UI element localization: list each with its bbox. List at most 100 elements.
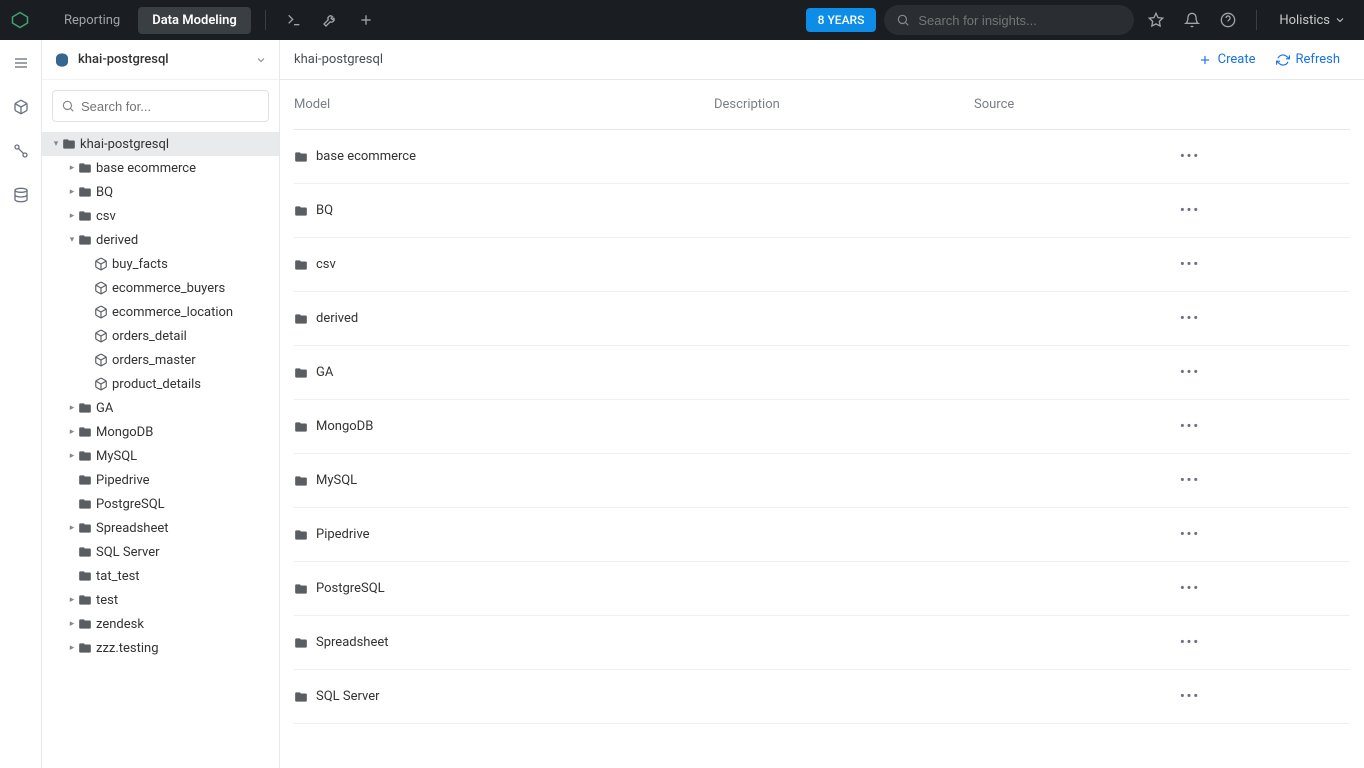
help-icon[interactable] [1214,6,1242,34]
breadcrumb: khai-postgresql [294,52,1188,67]
tree-folder[interactable]: Pipedrive [42,468,279,492]
tree-model[interactable]: orders_detail [42,324,279,348]
more-icon[interactable]: ••• [1180,581,1200,596]
rail-cube-icon[interactable] [10,96,32,118]
folder-icon [78,521,92,535]
tree-folder[interactable]: ▸zzz.testing [42,636,279,660]
tree-label: Spreadsheet [96,521,169,536]
column-model: Model [294,97,714,112]
more-icon[interactable]: ••• [1180,149,1200,164]
bell-icon[interactable] [1178,6,1206,34]
tree-folder[interactable]: ▸BQ [42,180,279,204]
tree-model[interactable]: product_details [42,372,279,396]
more-icon[interactable]: ••• [1180,311,1200,326]
tree-model[interactable]: ecommerce_location [42,300,279,324]
caret-right-icon: ▸ [66,427,78,437]
table-row[interactable]: derived ••• [294,292,1350,346]
folder-icon [62,137,76,151]
table-row[interactable]: GA ••• [294,346,1350,400]
more-icon[interactable]: ••• [1180,419,1200,434]
cube-icon [94,305,108,319]
more-icon[interactable]: ••• [1180,365,1200,380]
create-label: Create [1218,52,1256,67]
tree-label: PostgreSQL [96,497,165,512]
cube-icon [94,329,108,343]
sidebar-source-selector[interactable]: khai-postgresql [42,40,279,80]
rail-menu-icon[interactable] [10,52,32,74]
account-menu[interactable]: Holistics [1271,13,1354,28]
global-search[interactable] [884,5,1134,35]
nav-divider [1256,10,1257,30]
rail-database-icon[interactable] [10,184,32,206]
nav-tab-reporting[interactable]: Reporting [50,7,134,34]
row-name: GA [316,365,333,380]
caret-right-icon: ▸ [66,163,78,173]
more-icon[interactable]: ••• [1180,203,1200,218]
tree-label: orders_master [112,353,196,368]
folder-icon [294,150,308,164]
tree-folder[interactable]: ▸GA [42,396,279,420]
more-icon[interactable]: ••• [1180,635,1200,650]
row-name: Pipedrive [316,527,370,542]
tree-folder[interactable]: ▸base ecommerce [42,156,279,180]
caret-right-icon: ▸ [66,619,78,629]
star-icon[interactable] [1142,6,1170,34]
tree-label: ecommerce_location [112,305,233,320]
rail-relationship-icon[interactable] [10,140,32,162]
tree-folder[interactable]: ▸Spreadsheet [42,516,279,540]
tree-label: buy_facts [112,257,168,272]
top-navbar: Reporting Data Modeling 8 YEARS Holistic… [0,0,1364,40]
tree-folder[interactable]: ▾derived [42,228,279,252]
more-icon[interactable]: ••• [1180,689,1200,704]
tree-model[interactable]: ecommerce_buyers [42,276,279,300]
refresh-button[interactable]: Refresh [1266,48,1350,71]
tree-model[interactable]: buy_facts [42,252,279,276]
model-table: Model Description Source base ecommerce•… [280,80,1364,768]
row-name: BQ [316,203,333,218]
table-row[interactable]: csv••• [294,238,1350,292]
plus-icon[interactable] [352,6,380,34]
sidebar-search[interactable] [52,90,269,122]
cube-icon [94,257,108,271]
wrench-icon[interactable] [316,6,344,34]
postgresql-icon [54,52,70,68]
tree-folder[interactable]: ▸test [42,588,279,612]
folder-icon [78,425,92,439]
tree-folder[interactable]: SQL Server [42,540,279,564]
refresh-label: Refresh [1296,52,1340,67]
table-row[interactable]: BQ ••• [294,184,1350,238]
create-button[interactable]: Create [1188,48,1266,71]
more-icon[interactable]: ••• [1180,257,1200,272]
row-name: PostgreSQL [316,581,385,596]
global-search-input[interactable] [918,13,1122,28]
table-row[interactable]: MySQL ••• [294,454,1350,508]
tree-model[interactable]: orders_master [42,348,279,372]
tree-folder[interactable]: PostgreSQL [42,492,279,516]
more-icon[interactable]: ••• [1180,527,1200,542]
row-name: derived [316,311,358,326]
table-row[interactable]: SQL Server••• [294,670,1350,724]
tree-root[interactable]: ▾khai-postgresql [42,132,279,156]
nav-tab-data-modeling[interactable]: Data Modeling [138,7,251,34]
tree-folder[interactable]: ▸MongoDB [42,420,279,444]
column-source: Source [974,97,1350,112]
caret-down-icon: ▾ [66,235,78,245]
sidebar-search-input[interactable] [81,99,260,114]
more-icon[interactable]: ••• [1180,473,1200,488]
terminal-icon[interactable] [280,6,308,34]
tree-folder[interactable]: tat_test [42,564,279,588]
table-row[interactable]: Spreadsheet••• [294,616,1350,670]
table-row[interactable]: PostgreSQL ••• [294,562,1350,616]
tree-folder[interactable]: ▸zendesk [42,612,279,636]
tree-label: SQL Server [96,545,160,560]
table-row[interactable]: MongoDB••• [294,400,1350,454]
tree-folder[interactable]: ▸csv [42,204,279,228]
folder-icon [294,204,308,218]
tree-label: test [96,593,118,608]
search-icon [61,99,75,113]
sidebar-source-name: khai-postgresql [78,52,247,67]
table-row[interactable]: base ecommerce••• [294,130,1350,184]
table-row[interactable]: Pipedrive ••• [294,508,1350,562]
tree-folder[interactable]: ▸MySQL [42,444,279,468]
row-name: MySQL [316,473,357,488]
